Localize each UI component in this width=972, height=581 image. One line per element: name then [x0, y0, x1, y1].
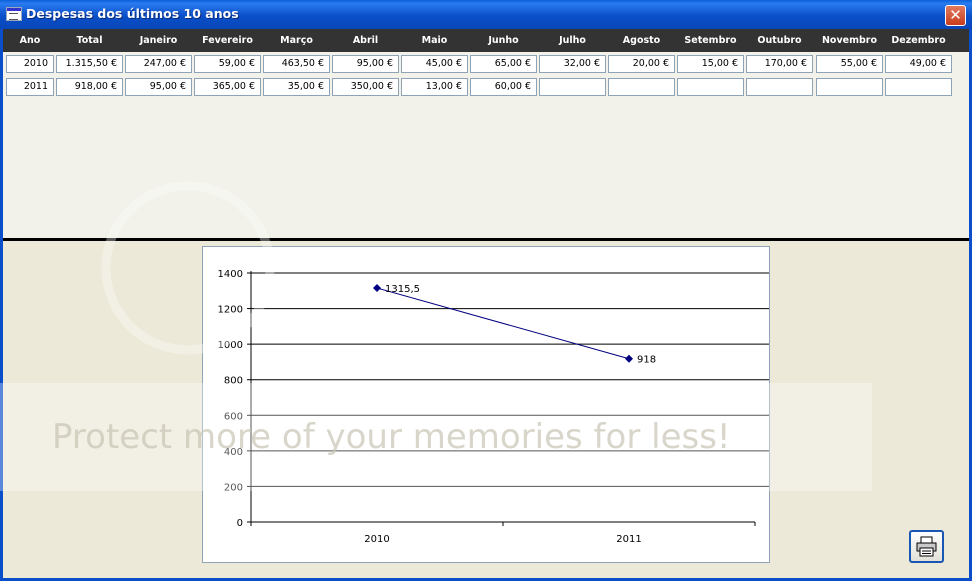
amount-cell[interactable]: 365,00 € — [194, 78, 261, 96]
amount-cell[interactable]: 95,00 € — [332, 55, 399, 73]
form-icon — [6, 7, 22, 21]
y-tick-label: 400 — [224, 447, 243, 458]
amount-cell[interactable]: 170,00 € — [746, 55, 813, 73]
report-window: Despesas dos últimos 10 anos ✕ Ano Total J… — [0, 0, 972, 581]
amount-cell[interactable]: 32,00 € — [539, 55, 606, 73]
amount-cell[interactable]: 35,00 € — [263, 78, 330, 96]
series-line — [376, 287, 630, 360]
column-header: Ano — [19, 35, 41, 46]
column-header: Setembro — [684, 35, 737, 46]
data-point-marker — [373, 284, 381, 293]
column-header: Outubro — [757, 35, 802, 46]
section-divider — [3, 238, 969, 241]
y-tick-label: 600 — [224, 411, 243, 422]
column-header: Total — [76, 35, 103, 46]
amount-cell[interactable]: 65,00 € — [470, 55, 537, 73]
amount-cell[interactable]: 1.315,50 € — [56, 55, 123, 73]
expense-line-chart: 0 200 400 600 800 1000 1200 1400 2010 2011 1315,5 9… — [218, 269, 769, 545]
column-header: Fevereiro — [202, 35, 253, 46]
printer-icon — [916, 536, 937, 557]
amount-cell[interactable] — [677, 78, 744, 96]
y-tick-label: 0 — [237, 518, 243, 529]
table-detail-section: 2010 1.315,50 €247,00 €59,00 €463,50 €95,… — [3, 52, 969, 239]
amount-cell[interactable]: 49,00 € — [885, 55, 952, 73]
close-button[interactable]: ✕ — [945, 5, 966, 26]
column-header: Abril — [352, 35, 379, 46]
amount-cell[interactable]: 350,00 € — [332, 78, 399, 96]
x-tick-label: 2010 — [364, 534, 389, 545]
amount-cell[interactable] — [816, 78, 883, 96]
column-header: Maio — [421, 35, 448, 46]
amount-cell[interactable] — [746, 78, 813, 96]
table-header-row: Ano Total Janeiro Fevereiro Março Abril Maio Ju… — [3, 29, 969, 52]
x-tick-label: 2011 — [616, 534, 641, 545]
year-cell[interactable]: 2010 — [6, 55, 54, 73]
chart-container: 0 200 400 600 800 1000 1200 1400 2010 2011 1315,5 9… — [202, 246, 770, 563]
amount-cell[interactable]: 55,00 € — [816, 55, 883, 73]
print-button[interactable] — [909, 530, 944, 563]
y-tick-label: 1200 — [218, 305, 243, 316]
amount-cell[interactable]: 20,00 € — [608, 55, 675, 73]
column-header: Julho — [559, 35, 586, 46]
amount-cell[interactable]: 60,00 € — [470, 78, 537, 96]
column-header: Março — [280, 35, 313, 46]
y-tick-label: 1000 — [218, 340, 243, 351]
column-header: Dezembro — [891, 35, 946, 46]
column-header: Novembro — [821, 35, 878, 46]
column-header: Agosto — [622, 35, 661, 46]
amount-cell[interactable]: 95,00 € — [125, 78, 192, 96]
amount-cell[interactable]: 15,00 € — [677, 55, 744, 73]
data-label: 918 — [637, 355, 656, 366]
y-tick-label: 1400 — [218, 269, 243, 280]
title-bar[interactable]: Despesas dos últimos 10 anos ✕ — [0, 0, 972, 29]
amount-cell[interactable]: 45,00 € — [401, 55, 468, 73]
column-header: Junho — [488, 35, 519, 46]
amount-cell[interactable] — [539, 78, 606, 96]
y-tick-label: 800 — [224, 376, 243, 387]
amount-cell[interactable]: 918,00 € — [56, 78, 123, 96]
column-header: Janeiro — [139, 35, 178, 46]
data-point-marker — [625, 354, 633, 363]
data-label: 1315,5 — [385, 284, 420, 295]
amount-cell[interactable]: 13,00 € — [401, 78, 468, 96]
amount-cell[interactable]: 247,00 € — [125, 55, 192, 73]
amount-cell[interactable] — [608, 78, 675, 96]
amount-cell[interactable]: 463,50 € — [263, 55, 330, 73]
window-title: Despesas dos últimos 10 anos — [26, 6, 239, 21]
y-tick-label: 200 — [224, 482, 243, 493]
year-cell[interactable]: 2011 — [6, 78, 54, 96]
amount-cell[interactable]: 59,00 € — [194, 55, 261, 73]
amount-cell[interactable] — [885, 78, 952, 96]
